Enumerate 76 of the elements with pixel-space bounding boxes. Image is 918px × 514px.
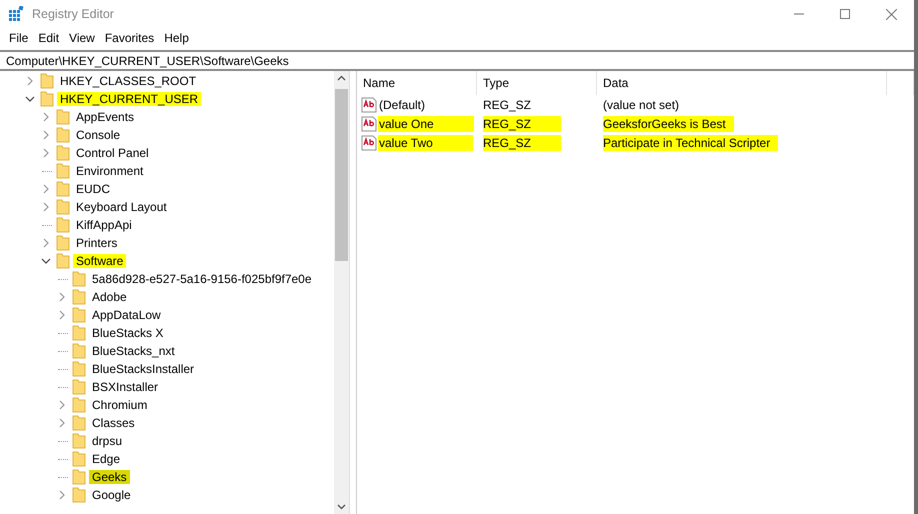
string-value-icon <box>361 96 377 112</box>
folder-icon <box>72 361 86 377</box>
folder-icon <box>72 289 86 305</box>
window-title: Registry Editor <box>32 7 115 21</box>
folder-icon <box>56 109 70 125</box>
address-field[interactable]: Computer\HKEY_CURRENT_USER\Software\Geeks <box>0 50 914 69</box>
tree-item[interactable]: Edge <box>89 452 124 466</box>
column-header[interactable]: Data <box>597 71 887 95</box>
tree-item[interactable]: BlueStacks_nxt <box>89 344 178 358</box>
value-type: REG_SZ <box>483 96 532 112</box>
tree-item[interactable]: Software <box>73 254 126 268</box>
string-value-icon <box>361 116 377 132</box>
value-data: GeeksforGeeks is Best <box>603 116 734 132</box>
tree-item[interactable]: AppDataLow <box>89 308 164 322</box>
folder-icon <box>40 73 54 89</box>
tree-item[interactable]: AppEvents <box>73 110 138 124</box>
tree-item[interactable]: Geeks <box>89 470 130 484</box>
folder-icon <box>72 451 86 467</box>
tree-item[interactable]: 5a86d928-e527-5a16-9156-f025bf9f7e0e <box>89 272 315 286</box>
tree-item[interactable]: Google <box>89 488 134 502</box>
folder-icon <box>56 163 70 179</box>
menu-item[interactable]: Edit <box>33 31 64 45</box>
tree-item[interactable]: Environment <box>73 164 146 178</box>
menu-item[interactable]: Favorites <box>100 31 160 45</box>
tree-item[interactable]: Control Panel <box>73 146 152 160</box>
menu-item[interactable]: File <box>4 31 34 45</box>
folder-icon <box>72 325 86 341</box>
column-header[interactable]: Name <box>357 71 477 95</box>
tree-item[interactable]: Console <box>73 128 124 142</box>
tree-item[interactable]: Chromium <box>89 398 150 412</box>
string-value-icon <box>361 134 377 150</box>
menu-item[interactable]: View <box>64 31 100 45</box>
folder-icon <box>72 415 86 431</box>
folder-icon <box>56 145 70 161</box>
folder-icon <box>56 181 70 197</box>
tree-item[interactable]: Classes <box>89 416 138 430</box>
tree-item[interactable]: BlueStacks X <box>89 326 166 340</box>
tree-item[interactable]: Adobe <box>89 290 130 304</box>
tree-item[interactable]: KiffAppApi <box>73 218 135 232</box>
folder-icon <box>72 307 86 323</box>
folder-icon <box>56 199 70 215</box>
tree-item[interactable]: BlueStacksInstaller <box>89 362 198 376</box>
folder-icon <box>56 253 70 269</box>
tree-item[interactable]: BSXInstaller <box>89 380 162 394</box>
scroll-up-icon[interactable] <box>337 75 346 81</box>
folder-icon <box>72 397 86 413</box>
value-name[interactable]: (Default) <box>378 96 466 112</box>
value-type: REG_SZ <box>483 116 562 132</box>
folder-icon <box>72 469 86 485</box>
tree-item[interactable]: HKEY_CURRENT_USER <box>57 92 202 106</box>
tree-item[interactable]: HKEY_CLASSES_ROOT <box>57 74 200 88</box>
folder-icon <box>56 217 70 233</box>
column-header[interactable]: Type <box>477 71 597 95</box>
tree-item[interactable]: Keyboard Layout <box>73 200 170 214</box>
vertical-scrollbar[interactable] <box>334 71 349 514</box>
tree-item[interactable]: Printers <box>73 236 120 250</box>
app-icon <box>8 6 24 22</box>
tree-item[interactable]: drpsu <box>89 434 126 448</box>
menu-item[interactable]: Help <box>159 31 194 45</box>
folder-icon <box>72 487 86 503</box>
folder-icon <box>56 235 70 251</box>
value-type: REG_SZ <box>483 134 562 150</box>
value-data: Participate in Technical Scripter <box>603 134 778 150</box>
folder-icon <box>72 271 86 287</box>
value-name[interactable]: value Two <box>378 134 473 150</box>
maximize-icon <box>840 9 850 19</box>
folder-icon <box>72 343 86 359</box>
tree-item[interactable]: EUDC <box>73 182 114 196</box>
folder-icon <box>72 379 86 395</box>
folder-icon <box>40 91 54 107</box>
value-data: (value not set) <box>603 96 680 112</box>
close-icon <box>886 8 896 20</box>
scroll-down-icon[interactable] <box>337 504 346 510</box>
folder-icon <box>56 127 70 143</box>
value-name[interactable]: value One <box>378 116 474 132</box>
folder-icon <box>72 433 86 449</box>
